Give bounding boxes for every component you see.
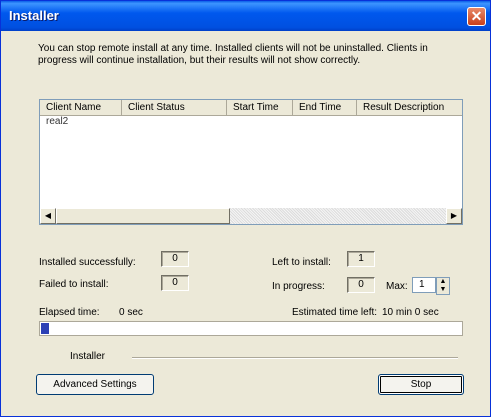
- max-spinner[interactable]: ▲ ▼: [436, 277, 450, 295]
- list-header: Client Name Client Status Start Time End…: [40, 100, 462, 116]
- elapsed-value: 0 sec: [119, 307, 143, 318]
- installer-group-label: Installer: [70, 351, 106, 362]
- title-bar[interactable]: Installer ✕: [1, 1, 490, 31]
- scroll-right-button[interactable]: ▶: [446, 208, 462, 224]
- estimated-label: Estimated time left:: [292, 307, 378, 318]
- install-progress-bar: [39, 321, 463, 336]
- estimated-value: 10 min 0 sec: [382, 307, 439, 318]
- scroll-left-button[interactable]: ◀: [40, 208, 56, 224]
- failed-label: Failed to install:: [39, 279, 109, 290]
- column-end-time[interactable]: End Time: [293, 100, 357, 116]
- horizontal-scrollbar[interactable]: ◀ ▶: [40, 208, 462, 224]
- info-message: You can stop remote install at any time.…: [38, 43, 428, 66]
- progress-fill: [41, 323, 49, 334]
- close-icon: ✕: [470, 8, 483, 24]
- client-name-cell: real2: [46, 116, 69, 127]
- max-label: Max:: [386, 281, 408, 292]
- dialog-body: You can stop remote install at any time.…: [4, 31, 487, 415]
- arrow-right-icon: ▶: [450, 211, 458, 220]
- spin-down-icon[interactable]: ▼: [437, 286, 449, 294]
- failed-count: 0: [161, 275, 189, 291]
- column-result-description[interactable]: Result Description: [357, 100, 462, 116]
- close-button[interactable]: ✕: [467, 7, 486, 26]
- installed-label: Installed successfully:: [39, 257, 136, 268]
- spin-up-icon[interactable]: ▲: [437, 278, 449, 286]
- list-body: real2: [40, 116, 462, 208]
- clients-list[interactable]: Client Name Client Status Start Time End…: [39, 99, 463, 225]
- arrow-left-icon: ◀: [44, 211, 52, 220]
- stop-button[interactable]: Stop: [378, 374, 464, 395]
- advanced-settings-button[interactable]: Advanced Settings: [36, 374, 154, 395]
- installer-dialog: Installer ✕ You can stop remote install …: [0, 0, 491, 417]
- table-row[interactable]: real2: [40, 116, 462, 128]
- left-to-install-label: Left to install:: [272, 257, 331, 268]
- elapsed-label: Elapsed time:: [39, 307, 100, 318]
- left-to-install-count: 1: [347, 251, 375, 267]
- group-divider: [132, 357, 458, 359]
- in-progress-count: 0: [347, 277, 375, 293]
- column-start-time[interactable]: Start Time: [227, 100, 293, 116]
- column-client-name[interactable]: Client Name: [40, 100, 122, 116]
- installed-count: 0: [161, 251, 189, 267]
- max-input[interactable]: 1: [412, 277, 436, 293]
- scroll-thumb[interactable]: [56, 208, 230, 224]
- column-client-status[interactable]: Client Status: [122, 100, 227, 116]
- in-progress-label: In progress:: [272, 281, 325, 292]
- window-title: Installer: [9, 8, 59, 23]
